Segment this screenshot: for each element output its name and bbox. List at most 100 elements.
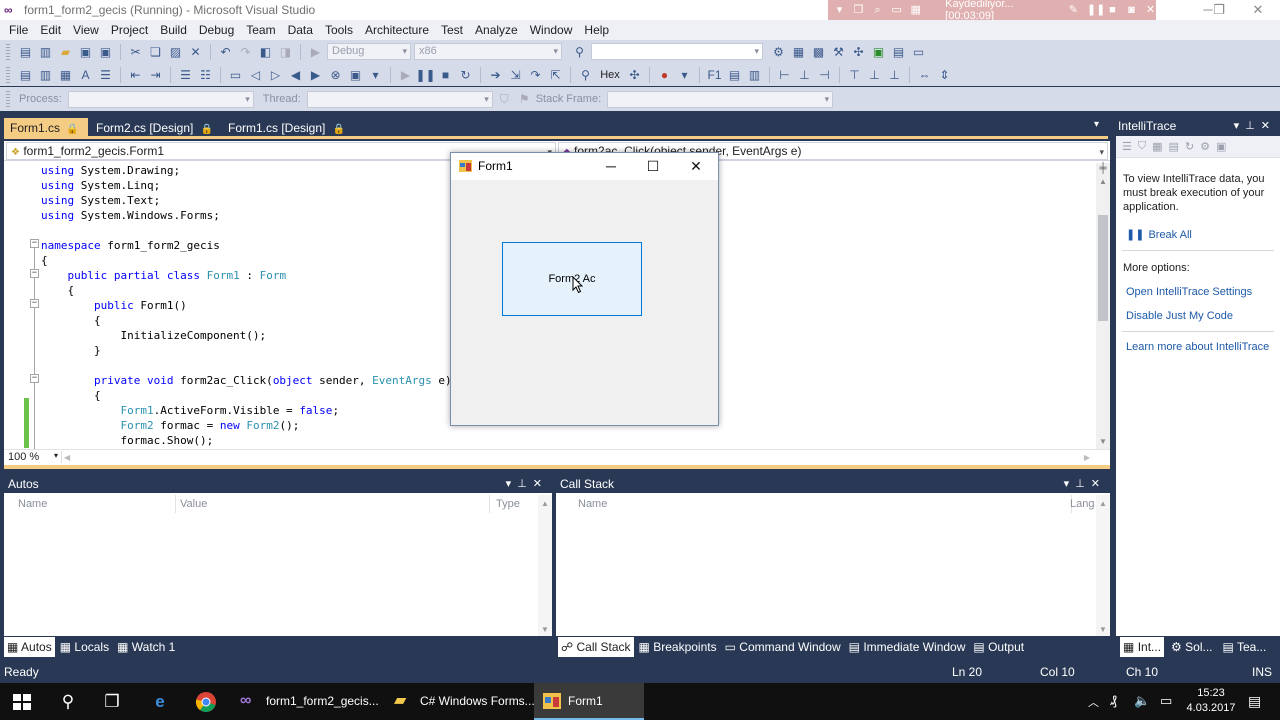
toolbar-grip[interactable] [6, 91, 10, 107]
filter-icon[interactable]: ⛉ [1138, 140, 1146, 153]
filter-icon[interactable]: ⛉ [496, 91, 513, 108]
pencil-icon[interactable]: ✎ [1068, 4, 1079, 16]
zoom-select[interactable]: 100 % ▾ [8, 451, 62, 463]
object-browser-icon[interactable]: ▩ [810, 43, 827, 60]
open-file-icon[interactable]: ▰ [57, 43, 74, 60]
save-all-icon[interactable]: ▣ [97, 43, 114, 60]
menu-debug[interactable]: Debug [193, 20, 240, 40]
bookmark-icon[interactable]: ☰ [97, 66, 114, 83]
call-stack-grid[interactable]: Name Lang [558, 495, 1096, 636]
column-header-value[interactable]: Value [174, 495, 490, 513]
stop-debugging-icon[interactable]: ■ [437, 66, 454, 83]
previous-folder-bookmark-icon[interactable]: ◀ [287, 66, 304, 83]
menu-edit[interactable]: Edit [34, 20, 67, 40]
running-form1-window[interactable]: Form1 ─ ☐ ✕ Form2 Ac [450, 152, 719, 426]
cut-icon[interactable]: ✂ [127, 43, 144, 60]
tab-overflow-icon[interactable]: ▾ [1094, 119, 1099, 130]
form1-close-button[interactable]: ✕ [676, 155, 716, 179]
scroll-down-icon[interactable]: ▼ [1096, 437, 1110, 449]
toggle-bookmark-icon[interactable]: ▭ [227, 66, 244, 83]
form1-maximize-button[interactable]: ☐ [633, 155, 673, 179]
decrease-indent-icon[interactable]: ⇤ [127, 66, 144, 83]
column-header-name[interactable]: Name [12, 495, 176, 513]
quick-watch-icon[interactable]: ⚲ [577, 66, 594, 83]
collapse-method-icon[interactable]: − [30, 374, 39, 383]
bookmark-window-icon[interactable]: ▣ [347, 66, 364, 83]
system-clock[interactable]: 15:23 4.03.2017 [1186, 686, 1236, 716]
align-middles-icon[interactable]: ⊥ [866, 66, 883, 83]
form1-minimize-button[interactable]: ─ [591, 155, 631, 179]
list-icon[interactable]: ☰ [1122, 140, 1132, 153]
menu-tools[interactable]: Tools [319, 20, 359, 40]
extension-manager-icon[interactable]: ▤ [890, 43, 907, 60]
pin-icon[interactable]: ⊥ [1075, 478, 1091, 490]
delete-icon[interactable]: ✕ [187, 43, 204, 60]
save-icon[interactable]: ▣ [77, 43, 94, 60]
tab-locals[interactable]: ▦ Locals [57, 637, 112, 657]
pin-icon[interactable]: ⊥ [1245, 120, 1261, 132]
form1-title-bar[interactable]: Form1 ─ ☐ ✕ [451, 153, 718, 180]
align-rights-icon[interactable]: ⊣ [816, 66, 833, 83]
grid-icon[interactable]: ▦ [910, 4, 921, 16]
align-bottoms-icon[interactable]: ⊥ [886, 66, 903, 83]
align-tops-icon[interactable]: ⊤ [846, 66, 863, 83]
find-in-files-icon[interactable]: ⚲ [571, 43, 588, 60]
monitor-icon[interactable]: ▭ [891, 4, 902, 16]
pause-icon[interactable]: ❚❚ [1087, 4, 1105, 16]
network-icon[interactable]: ▭ [1160, 693, 1172, 709]
pin-icon[interactable]: 🔒 [66, 124, 78, 135]
collapse-namespace-icon[interactable]: − [30, 239, 39, 248]
break-all-link[interactable]: ❚❚ Break All [1116, 228, 1280, 242]
restore-icon[interactable]: ❐ [853, 4, 864, 16]
menu-project[interactable]: Project [105, 20, 154, 40]
save-icon[interactable]: ▣ [1216, 140, 1226, 153]
tab-intellitrace[interactable]: ▦ Int... [1120, 637, 1165, 657]
menu-file[interactable]: File [3, 20, 34, 40]
autos-scrollbar[interactable]: ▲ ▼ [538, 495, 552, 636]
menu-team[interactable]: Team [240, 20, 281, 40]
start-debugging-icon[interactable]: ▶ [307, 43, 324, 60]
increase-indent-icon[interactable]: ⇥ [147, 66, 164, 83]
properties-icon[interactable]: ▦ [790, 43, 807, 60]
settings-icon[interactable]: ⚙ [1200, 140, 1210, 153]
configuration-select[interactable]: Debug [327, 43, 411, 60]
horizontal-scrollbar[interactable]: ◀ ▶ [64, 453, 1090, 463]
next-folder-bookmark-icon[interactable]: ▶ [307, 66, 324, 83]
taskbar-visual-studio[interactable]: ∞ form1_form2_gecis... [232, 683, 384, 720]
panel-close-icon[interactable]: ✕ [1261, 120, 1276, 132]
disable-just-my-code-link[interactable]: Disable Just My Code [1116, 309, 1280, 323]
column-header-language[interactable]: Lang [1064, 495, 1094, 513]
show-threads-icon[interactable]: ✣ [626, 66, 643, 83]
stack-frame-select[interactable] [607, 90, 834, 108]
task-view-icon[interactable]: ❐ [100, 691, 124, 713]
split-editor-icon[interactable]: ╪ [1096, 163, 1110, 177]
breakpoints-menu-icon[interactable]: ▾ [676, 66, 693, 83]
collapse-constructor-icon[interactable]: − [30, 299, 39, 308]
menu-test[interactable]: Test [435, 20, 469, 40]
copy-icon[interactable]: ❏ [147, 43, 164, 60]
menu-analyze[interactable]: Analyze [469, 20, 524, 40]
chevron-down-icon[interactable]: ▾ [834, 4, 845, 16]
chrome-browser-icon[interactable] [194, 691, 218, 713]
next-bookmark-icon[interactable]: ▷ [267, 66, 284, 83]
camera-icon[interactable]: ◙ [1126, 4, 1137, 16]
redo-icon[interactable]: ↷ [237, 43, 254, 60]
toolbar-grip[interactable] [6, 43, 10, 60]
continue-icon[interactable]: ▶ [397, 66, 414, 83]
find-combo[interactable] [591, 43, 763, 60]
start-page-icon[interactable]: ▣ [870, 43, 887, 60]
align-centers-icon[interactable]: ⊥ [796, 66, 813, 83]
window-layout-icon[interactable]: ▭ [910, 43, 927, 60]
breakpoints-icon[interactable]: ● [656, 66, 673, 83]
toolbar-grip[interactable] [6, 66, 10, 83]
hex-toggle[interactable]: Hex [597, 66, 623, 83]
edge-browser-icon[interactable]: e [148, 691, 172, 713]
volume-icon[interactable]: 🔈 [1134, 693, 1150, 709]
stop-icon[interactable]: ■ [1107, 4, 1118, 16]
panel-close-icon[interactable]: ✕ [1091, 478, 1106, 490]
pin-icon[interactable]: ⊥ [517, 478, 533, 490]
format-icon[interactable]: A [77, 66, 94, 83]
show-next-statement-icon[interactable]: ➔ [487, 66, 504, 83]
make-same-height-icon[interactable]: ⇕ [936, 66, 953, 83]
tab-immediate-window[interactable]: ▤ Immediate Window [846, 637, 969, 657]
